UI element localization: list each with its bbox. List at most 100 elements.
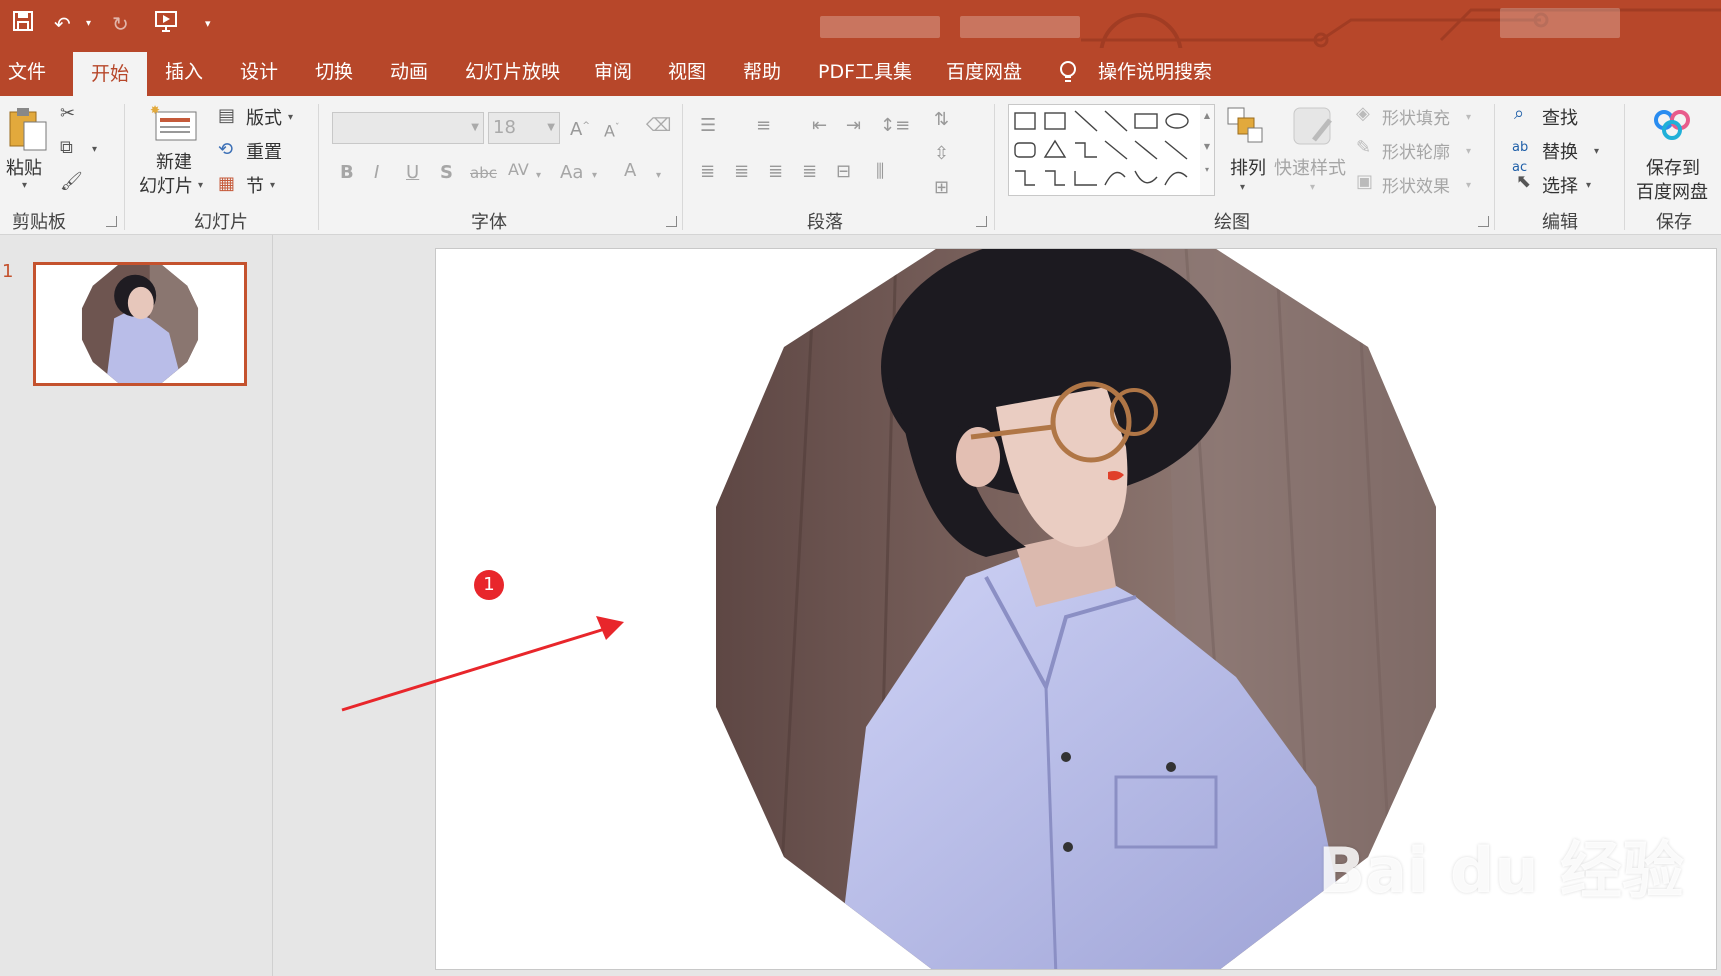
spacing-dropdown-icon[interactable]: ▾	[536, 166, 541, 186]
font-launcher-icon[interactable]	[666, 216, 677, 227]
layout-dropdown-icon[interactable]: ▾	[288, 108, 293, 128]
copy-icon[interactable]: ⧉	[60, 138, 73, 158]
replace-button[interactable]: 替换	[1542, 138, 1578, 164]
distributed-icon[interactable]: ⊟	[836, 162, 851, 182]
shape-fill-button[interactable]: 形状填充	[1382, 104, 1450, 129]
change-case-button[interactable]: Aa	[560, 162, 583, 183]
shape-outline-button[interactable]: 形状轮廓	[1382, 138, 1450, 163]
tab-slide-show[interactable]: 幻灯片放映	[465, 48, 560, 96]
drawing-launcher-icon[interactable]	[1478, 216, 1489, 227]
font-color-button[interactable]: A	[624, 160, 636, 181]
section-button[interactable]: 节	[246, 172, 264, 198]
arrange-button[interactable]: 排列	[1230, 154, 1266, 180]
shapes-gallery-scroll[interactable]: ▲ ▼ ▾	[1200, 104, 1215, 196]
italic-button[interactable]: I	[374, 162, 379, 183]
save-icon[interactable]	[12, 10, 34, 39]
shape-fill-icon[interactable]: ◈	[1356, 104, 1370, 124]
quick-styles-dropdown-icon[interactable]: ▾	[1310, 178, 1315, 198]
text-shadow-button[interactable]: S	[440, 162, 453, 183]
undo-dropdown-icon[interactable]: ▾	[86, 10, 91, 38]
gallery-up-icon[interactable]: ▲	[1200, 111, 1214, 120]
customize-toolbar-icon[interactable]: ▾	[205, 10, 211, 38]
clear-formatting-icon[interactable]: ⌫	[646, 116, 671, 136]
tab-file[interactable]: 文件	[8, 48, 46, 96]
slide-thumbnail[interactable]	[33, 262, 247, 386]
shape-effects-icon[interactable]: ▣	[1356, 172, 1373, 192]
tab-help[interactable]: 帮助	[743, 48, 781, 96]
line-spacing-icon[interactable]: ↕≡	[880, 116, 910, 136]
align-left-icon[interactable]: ≣	[700, 162, 715, 182]
strikethrough-button[interactable]: abc	[470, 164, 497, 182]
character-spacing-button[interactable]: AV	[508, 160, 529, 179]
bullets-icon[interactable]: ☰	[700, 116, 716, 136]
replace-dropdown-icon[interactable]: ▾	[1594, 142, 1599, 162]
bold-button[interactable]: B	[340, 162, 354, 183]
case-dropdown-icon[interactable]: ▾	[592, 166, 597, 186]
redo-icon[interactable]: ↻	[112, 10, 129, 38]
section-dropdown-icon[interactable]: ▾	[270, 176, 275, 196]
tab-review[interactable]: 审阅	[594, 48, 632, 96]
select-button[interactable]: 选择	[1542, 172, 1578, 198]
quick-styles-icon[interactable]	[1292, 106, 1336, 155]
new-slide-label-1[interactable]: 新建	[156, 148, 192, 174]
gallery-more-icon[interactable]: ▾	[1200, 165, 1214, 174]
find-button[interactable]: 查找	[1542, 104, 1578, 130]
arrange-icon[interactable]	[1226, 106, 1266, 151]
select-dropdown-icon[interactable]: ▾	[1586, 176, 1591, 196]
tell-me-search[interactable]: 操作说明搜索	[1098, 48, 1212, 96]
tab-home[interactable]: 开始	[73, 52, 148, 96]
find-icon[interactable]: ⌕	[1514, 104, 1524, 124]
baidu-netdisk-icon[interactable]	[1652, 106, 1692, 147]
shape-outline-icon[interactable]: ✎	[1356, 138, 1371, 158]
paste-icon[interactable]	[8, 106, 50, 157]
quick-styles-button[interactable]: 快速样式	[1274, 154, 1346, 180]
arrange-dropdown-icon[interactable]: ▾	[1240, 178, 1245, 198]
font-name-combo[interactable]: ▼	[332, 112, 484, 144]
shape-fill-dropdown-icon[interactable]: ▾	[1466, 108, 1471, 128]
tab-pdf-tools[interactable]: PDF工具集	[818, 48, 912, 96]
tab-design[interactable]: 设计	[240, 48, 278, 96]
decrease-indent-icon[interactable]: ⇤	[812, 116, 827, 136]
format-painter-icon[interactable]: 🖌	[60, 172, 83, 192]
lightbulb-icon[interactable]	[1058, 48, 1078, 96]
new-slide-label-2[interactable]: 幻灯片	[139, 172, 193, 198]
section-icon[interactable]: ▦	[218, 174, 235, 194]
underline-button[interactable]: U	[406, 162, 419, 183]
save-to-netdisk-label-1[interactable]: 保存到	[1646, 154, 1700, 180]
select-icon[interactable]: ⬉	[1516, 172, 1531, 192]
increase-indent-icon[interactable]: ⇥	[846, 116, 861, 136]
shape-effects-dropdown-icon[interactable]: ▾	[1466, 176, 1471, 196]
tab-transitions[interactable]: 切换	[315, 48, 353, 96]
align-right-icon[interactable]: ≣	[768, 162, 783, 182]
cut-icon[interactable]: ✂	[60, 104, 75, 124]
paragraph-launcher-icon[interactable]	[976, 216, 987, 227]
shape-outline-dropdown-icon[interactable]: ▾	[1466, 142, 1471, 162]
font-size-combo[interactable]: 18 ▼	[488, 112, 560, 144]
new-slide-dropdown-icon[interactable]: ▾	[198, 176, 203, 196]
layout-button[interactable]: 版式	[246, 104, 282, 130]
text-direction-icon[interactable]: ⇅	[934, 110, 949, 130]
columns-icon[interactable]: ⫼	[876, 162, 884, 182]
shapes-gallery[interactable]	[1008, 104, 1202, 196]
layout-icon[interactable]: ▤	[218, 106, 235, 126]
align-text-icon[interactable]: ⇳	[934, 144, 949, 164]
undo-icon[interactable]: ↶	[54, 10, 71, 38]
clipboard-launcher-icon[interactable]	[106, 216, 117, 227]
tab-animations[interactable]: 动画	[390, 48, 428, 96]
increase-font-size-icon[interactable]: A^	[570, 116, 590, 140]
reset-icon[interactable]: ⟲	[218, 140, 233, 160]
smartart-icon[interactable]: ⊞	[934, 178, 949, 198]
start-from-beginning-icon[interactable]	[154, 10, 180, 39]
reset-button[interactable]: 重置	[246, 138, 282, 164]
save-to-netdisk-label-2[interactable]: 百度网盘	[1636, 178, 1708, 204]
paste-dropdown-icon[interactable]: ▾	[22, 176, 27, 196]
numbering-icon[interactable]: ≡	[756, 116, 771, 136]
tab-insert[interactable]: 插入	[165, 48, 203, 96]
justify-icon[interactable]: ≣	[802, 162, 817, 182]
align-center-icon[interactable]: ≣	[734, 162, 749, 182]
decrease-font-size-icon[interactable]: Aˇ	[604, 118, 619, 141]
shape-effects-button[interactable]: 形状效果	[1382, 172, 1450, 197]
tab-baidu-netdisk[interactable]: 百度网盘	[946, 48, 1022, 96]
copy-dropdown-icon[interactable]: ▾	[92, 140, 97, 160]
tab-view[interactable]: 视图	[668, 48, 706, 96]
